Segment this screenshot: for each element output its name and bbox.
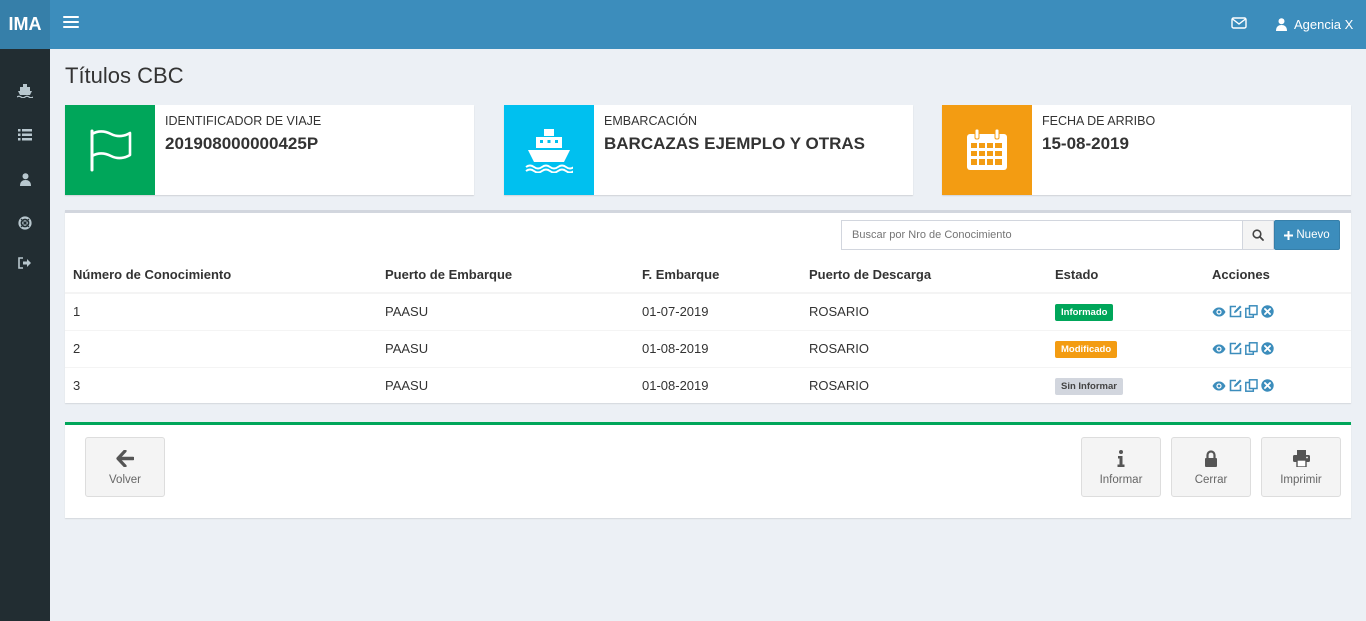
cell-estado: Modificado [1047,329,1204,367]
info-box-label: EMBARCACIÓN [604,114,698,128]
cell-estado: Informado [1047,292,1204,330]
titulos-table-box: Nuevo Número de Conocimiento Puerto de E… [65,210,1351,404]
app-logo[interactable]: IMA [0,0,50,49]
nuevo-button-label: Nuevo [1296,229,1330,241]
search-input[interactable] [841,220,1243,250]
column-header: Acciones [1204,256,1351,294]
cell-numero: 1 [65,292,377,330]
edit-icon[interactable] [1229,305,1242,318]
column-header[interactable]: F. Embarque [634,256,801,294]
cell-puerto-embarque: PAASU [377,292,634,330]
status-badge: Informado [1055,303,1114,321]
flag-icon [65,105,155,195]
mail-icon[interactable] [1231,16,1249,32]
table-header-row: Número de Conocimiento Puerto de Embarqu… [65,256,1351,294]
info-box-embarcacion: EMBARCACIÓN BARCAZAS EJEMPLO Y OTRAS [504,105,913,195]
ship-icon[interactable] [14,80,36,102]
info-box-value: 201908000000425P [165,134,319,153]
cell-f-embarque: 01-07-2019 [634,292,801,330]
info-box-fecha: FECHA DE ARRIBO 15-08-2019 [942,105,1351,195]
column-header[interactable]: Número de Conocimiento [65,256,377,294]
edit-icon[interactable] [1229,379,1242,392]
info-box-label: IDENTIFICADOR DE VIAJE [165,114,322,128]
table-row: 1 PAASU 01-07-2019 ROSARIO Informado [65,292,1351,330]
sidebar-toggle-icon[interactable] [63,16,79,32]
cell-acciones [1204,292,1351,330]
copy-icon[interactable] [1245,305,1258,319]
copy-icon[interactable] [1245,379,1258,393]
info-box-value: 15-08-2019 [1042,134,1129,153]
imprimir-button[interactable]: Imprimir [1261,437,1341,497]
cell-puerto-embarque: PAASU [377,366,634,404]
cell-f-embarque: 01-08-2019 [634,329,801,367]
user-icon[interactable] [14,168,36,190]
search-button[interactable] [1242,220,1274,250]
delete-icon[interactable] [1261,342,1274,355]
cerrar-button[interactable]: Cerrar [1171,437,1251,497]
actions-box: Volver Informar Cerrar Imprimir [65,422,1351,518]
user-menu[interactable]: Agencia X [1276,0,1353,49]
delete-icon[interactable] [1261,305,1274,318]
user-name: Agencia X [1294,17,1354,32]
user-icon [1276,18,1287,31]
lock-icon [1205,450,1217,467]
informar-label: Informar [1099,473,1143,486]
plus-icon [1284,230,1294,240]
life-ring-icon[interactable] [14,212,36,234]
column-header[interactable]: Puerto de Embarque [377,256,634,294]
delete-icon[interactable] [1261,379,1274,392]
page-title: Títulos CBC [65,63,184,88]
volver-label: Volver [109,473,141,486]
status-badge: Modificado [1055,340,1118,358]
cell-numero: 2 [65,329,377,367]
column-header[interactable]: Puerto de Descarga [801,256,1047,294]
titulos-table: Número de Conocimiento Puerto de Embarqu… [65,256,1351,404]
top-navbar: IMA Agencia X [0,0,1366,49]
edit-icon[interactable] [1229,342,1242,355]
info-box-value: BARCAZAS EJEMPLO Y OTRAS [604,134,866,153]
cell-f-embarque: 01-08-2019 [634,366,801,404]
view-icon[interactable] [1212,344,1226,354]
cell-puerto-descarga: ROSARIO [801,292,1047,330]
info-icon [1117,450,1125,467]
cell-puerto-descarga: ROSARIO [801,329,1047,367]
nuevo-button[interactable]: Nuevo [1274,220,1340,250]
volver-button[interactable]: Volver [85,437,165,497]
sign-out-icon[interactable] [14,252,36,274]
search-icon [1252,229,1264,241]
view-icon[interactable] [1212,381,1226,391]
info-box-viaje: IDENTIFICADOR DE VIAJE 201908000000425P [65,105,474,195]
view-icon[interactable] [1212,307,1226,317]
print-icon [1292,450,1310,467]
cell-acciones [1204,329,1351,367]
copy-icon[interactable] [1245,342,1258,355]
cerrar-label: Cerrar [1194,473,1228,486]
imprimir-label: Imprimir [1280,473,1322,486]
arrow-left-icon [116,450,134,467]
list-icon[interactable] [14,124,36,146]
column-header[interactable]: Estado [1047,256,1204,294]
ship-icon [504,105,594,195]
sidebar [0,49,50,621]
cell-puerto-descarga: ROSARIO [801,366,1047,404]
table-row: 3 PAASU 01-08-2019 ROSARIO Sin Informar [65,366,1351,404]
status-badge: Sin Informar [1055,377,1123,395]
informar-button[interactable]: Informar [1081,437,1161,497]
cell-puerto-embarque: PAASU [377,329,634,367]
cell-estado: Sin Informar [1047,366,1204,404]
cell-acciones [1204,366,1351,404]
info-box-label: FECHA DE ARRIBO [1042,114,1156,128]
table-row: 2 PAASU 01-08-2019 ROSARIO Modificado [65,329,1351,367]
calendar-icon [942,105,1032,195]
cell-numero: 3 [65,366,377,404]
